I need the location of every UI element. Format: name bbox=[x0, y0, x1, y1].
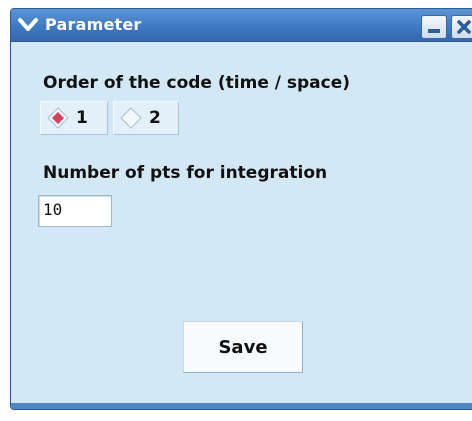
order-option-1-label: 1 bbox=[76, 108, 88, 128]
order-label: Order of the code (time / space) bbox=[43, 73, 351, 93]
order-option-2[interactable]: 2 bbox=[113, 101, 179, 135]
points-label: Number of pts for integration bbox=[43, 163, 328, 183]
radio-selected-icon bbox=[47, 107, 69, 129]
window-menu-button[interactable] bbox=[17, 14, 39, 36]
close-button[interactable] bbox=[451, 15, 472, 39]
window-bottom-frame bbox=[11, 403, 472, 409]
order-option-2-label: 2 bbox=[149, 108, 161, 128]
titlebar[interactable]: Parameter bbox=[11, 9, 472, 42]
points-input[interactable]: 10 bbox=[38, 195, 112, 227]
window-title: Parameter bbox=[45, 15, 142, 34]
minimize-icon bbox=[428, 29, 440, 33]
save-button[interactable]: Save bbox=[183, 321, 303, 373]
chevron-down-icon bbox=[18, 18, 38, 31]
radio-unselected-icon bbox=[120, 107, 142, 129]
minimize-button[interactable] bbox=[421, 15, 447, 39]
parameter-window: Parameter Order of the code (time / spac… bbox=[10, 8, 472, 410]
close-icon bbox=[457, 20, 471, 34]
order-option-1[interactable]: 1 bbox=[40, 101, 108, 135]
